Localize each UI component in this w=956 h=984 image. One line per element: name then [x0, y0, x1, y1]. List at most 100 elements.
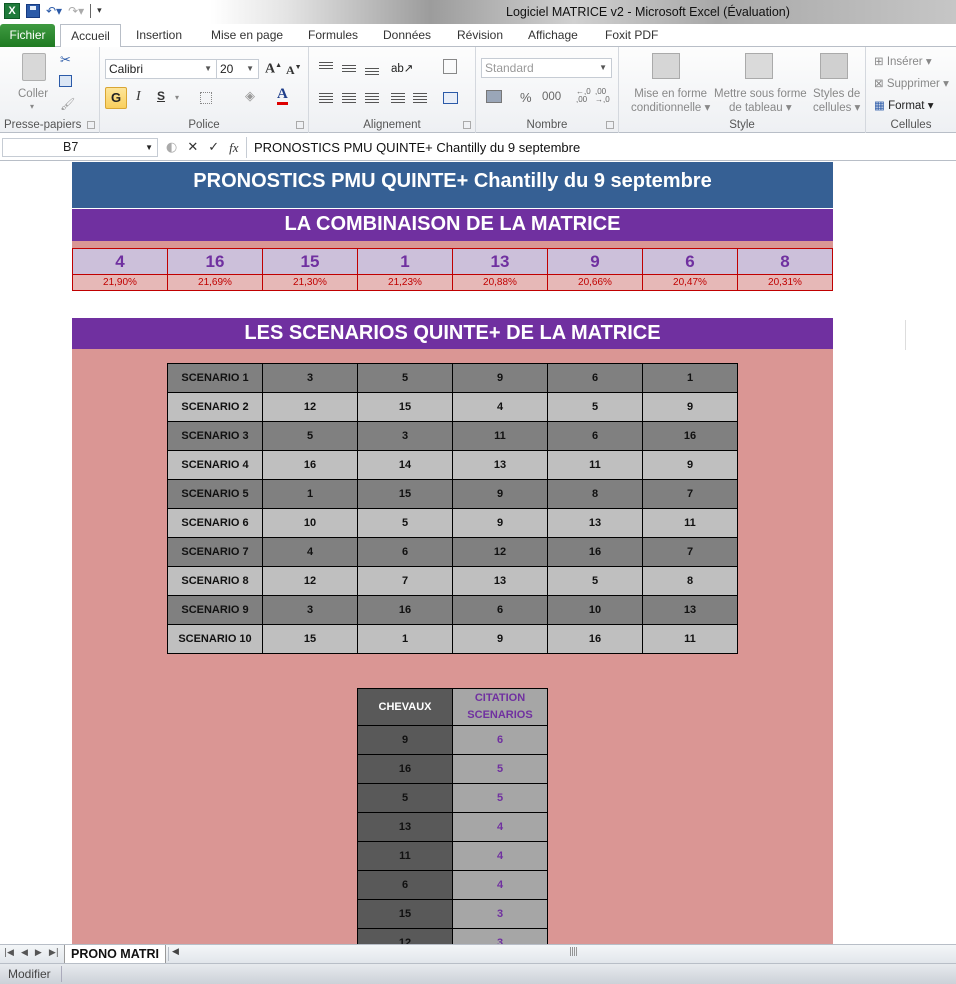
scenario-label-cell[interactable]: SCENARIO 3	[167, 421, 263, 451]
insert-function-icon[interactable]: fx	[229, 140, 238, 156]
combination-horse-cell[interactable]: 13	[452, 248, 548, 275]
tab-accueil[interactable]: Accueil	[60, 24, 121, 48]
increase-indent-icon[interactable]	[413, 93, 427, 105]
header-citations[interactable]: CITATION SCENARIOS	[452, 688, 548, 726]
scenario-horse-cell[interactable]: 16	[547, 537, 643, 567]
underline-button[interactable]: S	[157, 89, 165, 103]
last-sheet-icon[interactable]: ▶|	[49, 948, 59, 958]
combination-percent-cell[interactable]: 21,23%	[357, 274, 453, 291]
scenario-horse-cell[interactable]: 8	[642, 566, 738, 596]
scenario-horse-cell[interactable]: 16	[642, 421, 738, 451]
scenario-horse-cell[interactable]: 16	[357, 595, 453, 625]
scenario-horse-cell[interactable]: 11	[452, 421, 548, 451]
alignment-launcher-icon[interactable]	[463, 121, 471, 129]
scenario-label-cell[interactable]: SCENARIO 5	[167, 479, 263, 509]
citation-count-cell[interactable]: 4	[452, 870, 548, 900]
scenario-horse-cell[interactable]: 10	[262, 508, 358, 538]
scenario-label-cell[interactable]: SCENARIO 10	[167, 624, 263, 654]
scroll-grip-icon[interactable]: ||||	[569, 947, 578, 957]
scenario-label-cell[interactable]: SCENARIO 4	[167, 450, 263, 480]
scenario-horse-cell[interactable]: 5	[262, 421, 358, 451]
sheet-tab-prono-matrice[interactable]: PRONO MATRI	[64, 945, 166, 963]
tab-donnees[interactable]: Données	[383, 24, 431, 47]
combination-horse-cell[interactable]: 9	[547, 248, 643, 275]
scenario-horse-cell[interactable]: 5	[547, 566, 643, 596]
merge-center-icon[interactable]	[443, 92, 458, 104]
delete-cells-button[interactable]: ⊠ Supprimer ▾	[874, 76, 949, 90]
header-horses[interactable]: CHEVAUX	[357, 688, 453, 726]
enter-icon[interactable]: ✓	[208, 140, 219, 155]
grow-font-icon[interactable]: A▲	[265, 61, 282, 78]
scenario-horse-cell[interactable]: 11	[642, 508, 738, 538]
horizontal-scrollbar[interactable]: ◀ ||||	[168, 947, 956, 961]
fill-color-icon[interactable]: ◈	[245, 89, 255, 104]
citation-horse-cell[interactable]: 9	[357, 725, 453, 755]
scenario-horse-cell[interactable]: 15	[262, 624, 358, 654]
combination-horse-cell[interactable]: 1	[357, 248, 453, 275]
cut-icon[interactable]: ✂	[60, 53, 71, 68]
tab-foxit-pdf[interactable]: Foxit PDF	[605, 24, 658, 47]
scenario-horse-cell[interactable]: 16	[262, 450, 358, 480]
align-bottom-icon[interactable]	[365, 68, 379, 80]
paste-dropdown-icon[interactable]: ▾	[30, 102, 34, 111]
conditional-format-button[interactable]: Mise en forme conditionnelle ▾	[631, 88, 710, 114]
borders-icon[interactable]	[200, 92, 212, 104]
scenario-horse-cell[interactable]: 3	[262, 595, 358, 625]
combination-percent-cell[interactable]: 20,47%	[642, 274, 738, 291]
scenario-horse-cell[interactable]: 9	[452, 508, 548, 538]
scenario-horse-cell[interactable]: 3	[357, 421, 453, 451]
scenario-label-cell[interactable]: SCENARIO 7	[167, 537, 263, 567]
format-as-table-button[interactable]: Mettre sous forme de tableau ▾	[714, 88, 807, 114]
scenario-label-cell[interactable]: SCENARIO 9	[167, 595, 263, 625]
citation-count-cell[interactable]: 3	[452, 899, 548, 929]
citation-horse-cell[interactable]: 12	[357, 928, 453, 944]
scenario-horse-cell[interactable]: 13	[642, 595, 738, 625]
scenario-horse-cell[interactable]: 6	[547, 421, 643, 451]
tab-revision[interactable]: Révision	[457, 24, 503, 47]
currency-icon[interactable]	[486, 90, 502, 103]
font-color-icon[interactable]: A	[277, 87, 288, 105]
expand-icon[interactable]: ◐	[166, 140, 177, 155]
align-middle-icon[interactable]	[342, 65, 356, 77]
scenario-horse-cell[interactable]: 5	[547, 392, 643, 422]
align-center-icon[interactable]	[342, 93, 356, 105]
scenarios-heading[interactable]: LES SCENARIOS QUINTE+ DE LA MATRICE	[72, 318, 833, 349]
format-as-table-icon[interactable]	[745, 53, 773, 79]
formula-input[interactable]: PRONOSTICS PMU QUINTE+ Chantilly du 9 se…	[246, 137, 956, 158]
citation-count-cell[interactable]: 6	[452, 725, 548, 755]
prev-sheet-icon[interactable]: ◀	[21, 948, 28, 958]
scenario-horse-cell[interactable]: 9	[452, 624, 548, 654]
scenario-label-cell[interactable]: SCENARIO 2	[167, 392, 263, 422]
redo-icon[interactable]: ↷▾	[68, 4, 84, 18]
number-format-select[interactable]: Standard ▼	[481, 58, 612, 78]
citation-horse-cell[interactable]: 5	[357, 783, 453, 813]
scenario-label-cell[interactable]: SCENARIO 6	[167, 508, 263, 538]
citation-count-cell[interactable]: 5	[452, 783, 548, 813]
scenario-horse-cell[interactable]: 14	[357, 450, 453, 480]
citation-horse-cell[interactable]: 6	[357, 870, 453, 900]
citation-horse-cell[interactable]: 11	[357, 841, 453, 871]
scenario-horse-cell[interactable]: 6	[357, 537, 453, 567]
scenario-horse-cell[interactable]: 16	[547, 624, 643, 654]
citation-count-cell[interactable]: 5	[452, 754, 548, 784]
shrink-font-icon[interactable]: A▼	[286, 63, 302, 78]
orientation-icon[interactable]: ab↗	[391, 61, 413, 75]
scenario-horse-cell[interactable]: 8	[547, 479, 643, 509]
combination-percent-cell[interactable]: 20,88%	[452, 274, 548, 291]
tab-fichier[interactable]: Fichier	[0, 24, 55, 47]
scenario-label-cell[interactable]: SCENARIO 1	[167, 363, 263, 393]
scenario-horse-cell[interactable]: 9	[452, 363, 548, 393]
combination-percent-cell[interactable]: 20,66%	[547, 274, 643, 291]
thousands-button[interactable]: 000	[542, 91, 561, 103]
excel-icon[interactable]: X	[4, 3, 20, 19]
citation-horse-cell[interactable]: 16	[357, 754, 453, 784]
combination-horse-cell[interactable]: 15	[262, 248, 358, 275]
insert-cells-button[interactable]: ⊞ Insérer ▾	[874, 54, 932, 68]
combination-percent-cell[interactable]: 20,31%	[737, 274, 833, 291]
scenario-horse-cell[interactable]: 9	[452, 479, 548, 509]
italic-button[interactable]: I	[136, 89, 141, 105]
font-size-select[interactable]: 20 ▼	[216, 59, 259, 79]
scenario-horse-cell[interactable]: 6	[547, 363, 643, 393]
paste-button[interactable]: Coller	[18, 88, 48, 100]
first-sheet-icon[interactable]: |◀	[4, 948, 14, 958]
